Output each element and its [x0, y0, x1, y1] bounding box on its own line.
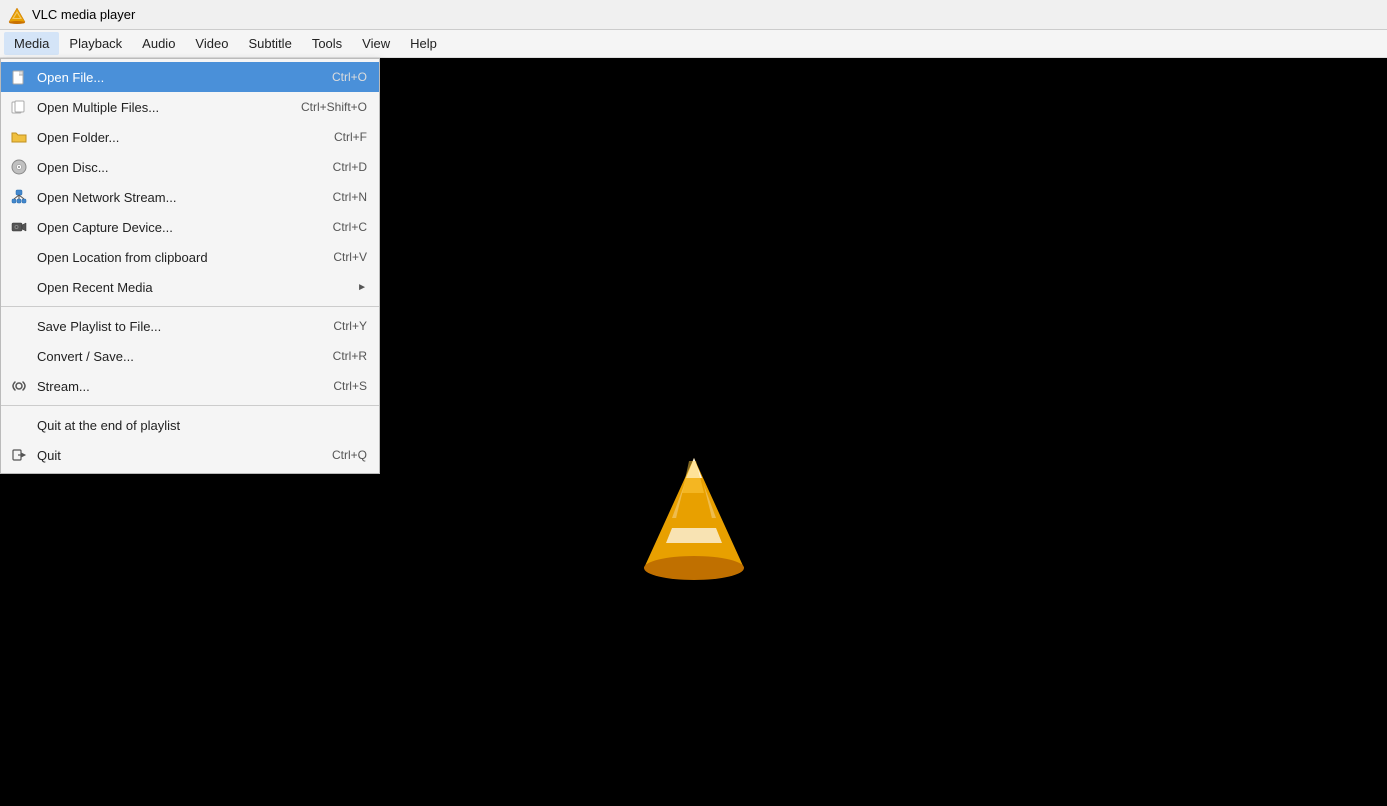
convert-save-label: Convert / Save... — [37, 349, 313, 364]
vlc-title-icon — [8, 6, 26, 24]
quit-icon — [9, 445, 29, 465]
save-playlist-icon — [9, 316, 29, 336]
open-file-label: Open File... — [37, 70, 312, 85]
open-disc-label: Open Disc... — [37, 160, 313, 175]
open-location-shortcut: Ctrl+V — [333, 250, 367, 264]
menu-open-file[interactable]: Open File... Ctrl+O — [1, 62, 379, 92]
menu-open-location[interactable]: Open Location from clipboard Ctrl+V — [1, 242, 379, 272]
menu-help[interactable]: Help — [400, 32, 447, 55]
convert-save-icon — [9, 346, 29, 366]
stream-icon — [9, 376, 29, 396]
open-folder-icon — [9, 127, 29, 147]
open-location-icon — [9, 247, 29, 267]
open-capture-label: Open Capture Device... — [37, 220, 313, 235]
quit-end-icon — [9, 415, 29, 435]
menu-convert-save[interactable]: Convert / Save... Ctrl+R — [1, 341, 379, 371]
menu-media[interactable]: Media — [4, 32, 59, 55]
open-file-shortcut: Ctrl+O — [332, 70, 367, 84]
menu-open-network[interactable]: Open Network Stream... Ctrl+N — [1, 182, 379, 212]
menu-playback[interactable]: Playback — [59, 32, 132, 55]
open-recent-arrow: ► — [357, 282, 367, 293]
menu-quit-end[interactable]: Quit at the end of playlist — [1, 410, 379, 440]
menu-save-playlist[interactable]: Save Playlist to File... Ctrl+Y — [1, 311, 379, 341]
open-capture-shortcut: Ctrl+C — [333, 220, 367, 234]
convert-save-shortcut: Ctrl+R — [333, 349, 367, 363]
open-multiple-label: Open Multiple Files... — [37, 100, 281, 115]
open-file-icon — [9, 67, 29, 87]
menu-view[interactable]: View — [352, 32, 400, 55]
titlebar: VLC media player — [0, 0, 1387, 30]
open-network-shortcut: Ctrl+N — [333, 190, 367, 204]
menu-open-folder[interactable]: Open Folder... Ctrl+F — [1, 122, 379, 152]
quit-label: Quit — [37, 448, 312, 463]
menu-open-capture[interactable]: Open Capture Device... Ctrl+C — [1, 212, 379, 242]
save-playlist-label: Save Playlist to File... — [37, 319, 313, 334]
menu-tools[interactable]: Tools — [302, 32, 352, 55]
title-text: VLC media player — [32, 7, 135, 22]
menu-open-disc[interactable]: Open Disc... Ctrl+D — [1, 152, 379, 182]
open-network-label: Open Network Stream... — [37, 190, 313, 205]
media-dropdown-menu: Open File... Ctrl+O Open Multiple Files.… — [0, 58, 380, 474]
stream-label: Stream... — [37, 379, 313, 394]
menu-subtitle[interactable]: Subtitle — [238, 32, 301, 55]
open-recent-label: Open Recent Media — [37, 280, 357, 295]
open-folder-label: Open Folder... — [37, 130, 314, 145]
menu-open-recent[interactable]: Open Recent Media ► — [1, 272, 379, 302]
open-disc-icon — [9, 157, 29, 177]
quit-shortcut: Ctrl+Q — [332, 448, 367, 462]
separator-2 — [1, 405, 379, 406]
open-multiple-icon — [9, 97, 29, 117]
vlc-cone-svg — [634, 453, 754, 583]
open-capture-icon — [9, 217, 29, 237]
menu-video[interactable]: Video — [185, 32, 238, 55]
menubar: Media Playback Audio Video Subtitle Tool… — [0, 30, 1387, 58]
vlc-cone — [634, 453, 754, 586]
separator-1 — [1, 306, 379, 307]
quit-end-label: Quit at the end of playlist — [37, 418, 347, 433]
menu-audio[interactable]: Audio — [132, 32, 185, 55]
stream-shortcut: Ctrl+S — [333, 379, 367, 393]
menu-stream[interactable]: Stream... Ctrl+S — [1, 371, 379, 401]
menu-open-multiple[interactable]: Open Multiple Files... Ctrl+Shift+O — [1, 92, 379, 122]
open-network-icon — [9, 187, 29, 207]
open-multiple-shortcut: Ctrl+Shift+O — [301, 100, 367, 114]
open-location-label: Open Location from clipboard — [37, 250, 313, 265]
open-folder-shortcut: Ctrl+F — [334, 130, 367, 144]
open-recent-icon — [9, 277, 29, 297]
menu-quit[interactable]: Quit Ctrl+Q — [1, 440, 379, 470]
save-playlist-shortcut: Ctrl+Y — [333, 319, 367, 333]
open-disc-shortcut: Ctrl+D — [333, 160, 367, 174]
